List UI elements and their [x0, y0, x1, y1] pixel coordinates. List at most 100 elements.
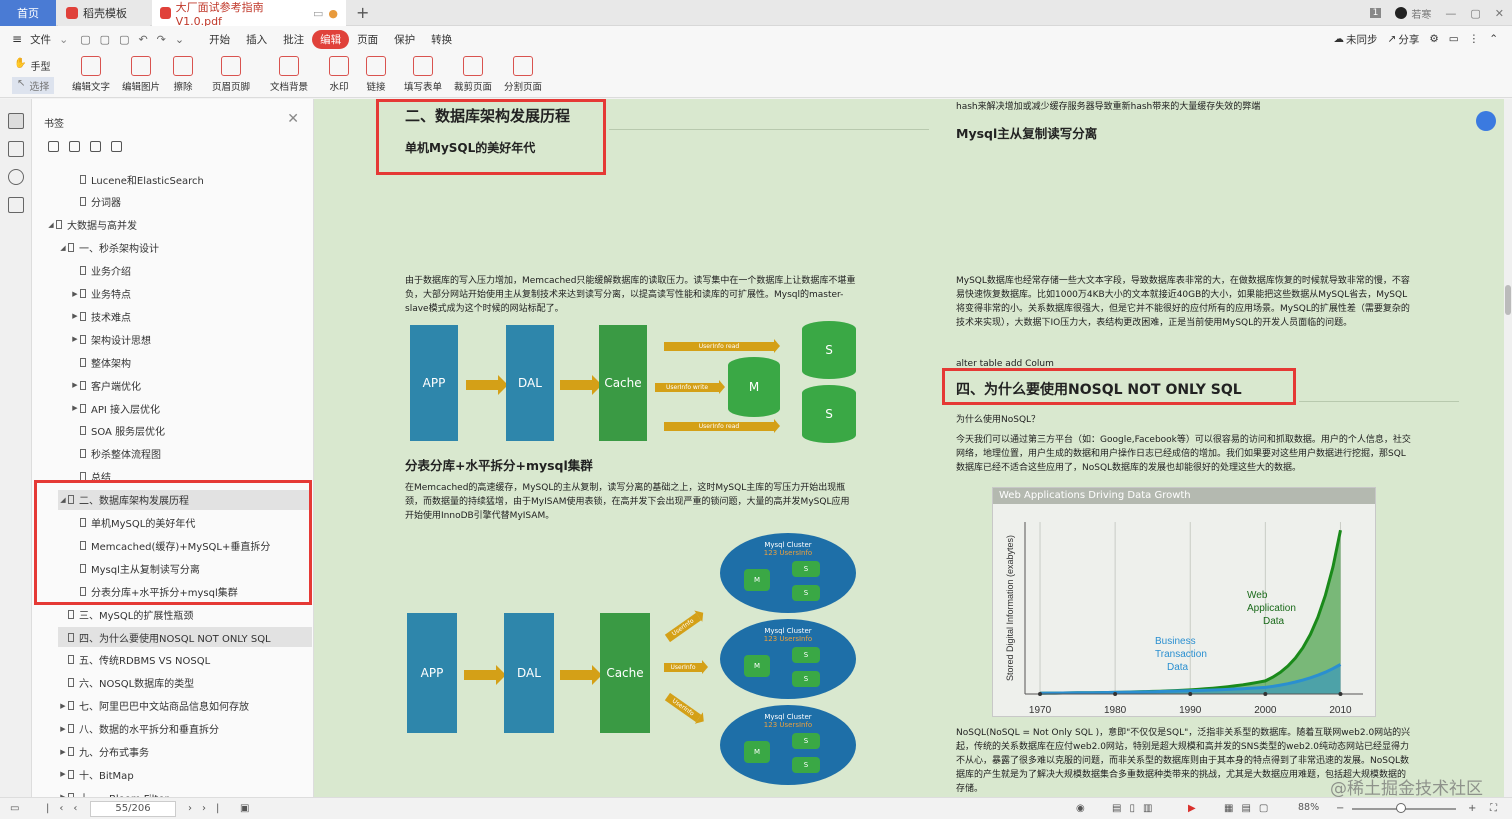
bookmark-item[interactable]: ▶ 七、阿里巴巴中文站商品信息如何存放 — [58, 696, 312, 716]
bookmark-item[interactable]: ▶ 八、数据的水平拆分和垂直拆分 — [58, 719, 312, 739]
close-icon[interactable]: ✕ — [1495, 7, 1504, 20]
split-page-button[interactable]: 分割页面 — [504, 56, 542, 93]
collapse-all-icon[interactable] — [69, 141, 80, 152]
expand-arrow-icon[interactable]: ▶ — [58, 770, 68, 778]
bookmark-item[interactable]: 整体架构 — [70, 352, 312, 372]
expand-arrow-icon[interactable]: ▶ — [70, 335, 80, 343]
assistant-button[interactable] — [1476, 111, 1496, 131]
expand-arrow-icon[interactable]: ▶ — [58, 725, 68, 733]
sync-status[interactable]: 未同步 — [1346, 32, 1378, 47]
bookmark-item[interactable]: Lucene和ElasticSearch — [70, 169, 312, 189]
bookmark-item[interactable]: ▶ 九、分布式事务 — [58, 742, 312, 762]
quick-access-icons[interactable]: ▢▢▢↶↷⌄ — [80, 33, 193, 46]
crop-page-button[interactable]: 裁剪页面 — [454, 56, 492, 93]
menu-convert[interactable]: 转换 — [423, 30, 460, 49]
sidebar-toggle-icon[interactable]: ▭ — [10, 803, 19, 814]
zoom-level[interactable]: 88% — [1298, 802, 1319, 813]
add-bookmark-icon[interactable] — [90, 141, 101, 152]
fullscreen-icon[interactable]: ⛶ — [1490, 803, 1497, 814]
menu-comment[interactable]: 批注 — [275, 30, 312, 49]
bookmark-label: 十、BitMap — [79, 770, 134, 782]
bookmark-label: 八、数据的水平拆分和垂直拆分 — [79, 725, 219, 737]
edit-image-button[interactable]: 编辑图片 — [122, 56, 160, 93]
expand-all-icon[interactable] — [48, 141, 59, 152]
menu-insert[interactable]: 插入 — [238, 30, 275, 49]
bookmark-item[interactable]: ▶ 客户端优化 — [70, 375, 312, 395]
zoom-out-icon[interactable]: − — [1336, 803, 1344, 814]
fit-page-icon[interactable]: ▣ — [240, 803, 249, 814]
bookmark-item[interactable]: 业务介绍 — [70, 261, 312, 281]
settings-icon[interactable]: ⚙ — [1429, 33, 1438, 45]
link-button[interactable]: 链接 — [366, 56, 386, 93]
expand-arrow-icon[interactable]: ▶ — [70, 381, 80, 389]
menu-edit[interactable]: 编辑 — [312, 29, 350, 49]
bookmark-item[interactable]: 分词器 — [70, 192, 312, 212]
bookmark-item[interactable]: SOA 服务层优化 — [70, 421, 312, 441]
attachment-icon[interactable] — [8, 169, 24, 185]
zoom-in-icon[interactable]: + — [1468, 803, 1476, 814]
tab-template[interactable]: 稻壳模板 — [58, 0, 150, 26]
background-button[interactable]: 文档背景 — [270, 56, 308, 93]
view-mode-icons[interactable]: ▤▯▥ — [1112, 803, 1160, 814]
menu-start[interactable]: 开始 — [201, 30, 238, 49]
page-nav-right-icons[interactable]: ››| — [188, 803, 229, 814]
zoom-slider-handle[interactable] — [1396, 803, 1406, 813]
bookmark-icon[interactable] — [111, 141, 122, 152]
select-tool[interactable]: ↖ 选择 — [12, 77, 55, 94]
signature-icon[interactable] — [8, 197, 24, 213]
read-mode-icon[interactable]: ◉ — [1076, 803, 1085, 814]
minimize-icon[interactable]: — — [1445, 7, 1456, 20]
bookmark-item[interactable]: ▶ 技术难点 — [70, 306, 312, 326]
expand-arrow-icon[interactable]: ◢ — [46, 221, 56, 229]
bookmark-item[interactable]: ▶ API 接入层优化 — [70, 398, 312, 418]
bookmark-item[interactable]: 三、MySQL的扩展性瓶颈 — [58, 604, 312, 624]
expand-arrow-icon[interactable]: ▶ — [70, 290, 80, 298]
window-icon[interactable]: ▭ — [313, 7, 323, 20]
bookmark-item[interactable]: ▶十一、Bloom Filter — [58, 787, 312, 797]
layout-icons[interactable]: ▦▤▢ — [1224, 803, 1276, 814]
bookmark-item[interactable]: ◢ 大数据与高并发 — [46, 215, 312, 235]
menu-icon[interactable]: ≡ — [12, 32, 22, 46]
close-icon[interactable]: ✕ — [287, 111, 299, 127]
more-icon[interactable]: ⋮ — [1469, 33, 1480, 45]
tab-pdf[interactable]: 大厂面试参考指南V1.0.pdf ▭ ● — [152, 0, 346, 28]
expand-arrow-icon[interactable]: ▶ — [58, 702, 68, 710]
erase-button[interactable]: 擦除 — [173, 56, 193, 93]
bookmark-item[interactable]: 五、传统RDBMS VS NOSQL — [58, 650, 312, 670]
scrollbar[interactable] — [1504, 99, 1512, 797]
page-number-input[interactable]: 55/206 — [90, 801, 176, 817]
bookmark-item[interactable]: ▶ 十、BitMap — [58, 764, 312, 784]
expand-arrow-icon[interactable]: ▶ — [70, 404, 80, 412]
fill-form-button[interactable]: 填写表单 — [404, 56, 442, 93]
play-icon[interactable]: ▶ — [1188, 803, 1196, 814]
chevron-down-icon[interactable]: ⌄ — [59, 33, 68, 46]
expand-arrow-icon[interactable]: ▶ — [70, 312, 80, 320]
bookmark-item[interactable]: 六、NOSQL数据库的类型 — [58, 673, 312, 693]
bookmark-item[interactable]: ▶ 业务特点 — [70, 284, 312, 304]
maximize-icon[interactable]: ▢ — [1470, 7, 1480, 20]
page-nav-left-icons[interactable]: |‹‹ — [46, 803, 87, 814]
share-button[interactable]: 分享 — [1398, 32, 1419, 47]
collapse-icon[interactable]: ⌃ — [1489, 33, 1498, 45]
user-name[interactable]: 若寒 — [1411, 6, 1431, 21]
scroll-thumb[interactable] — [1505, 285, 1511, 315]
bookmark-item[interactable]: 秒杀整体流程图 — [70, 444, 312, 464]
hand-tool[interactable]: ✋ 手型 — [14, 58, 50, 73]
edit-text-button[interactable]: 编辑文字 — [72, 56, 110, 93]
thumbnail-icon[interactable] — [8, 141, 24, 157]
watermark-button[interactable]: 水印 — [329, 56, 349, 93]
menu-file[interactable]: 文件 — [22, 30, 59, 49]
new-tab-button[interactable]: + — [356, 3, 369, 22]
tab-home[interactable]: 首页 — [0, 0, 56, 26]
menu-page[interactable]: 页面 — [349, 30, 386, 49]
menu-protect[interactable]: 保护 — [386, 30, 423, 49]
bookmark-item[interactable]: ▶ 架构设计思想 — [70, 329, 312, 349]
bookmark-item[interactable]: ◢ 一、秒杀架构设计 — [58, 238, 312, 258]
bookmark-panel-icon[interactable] — [8, 113, 24, 129]
header-footer-button[interactable]: 页眉页脚 — [212, 56, 250, 93]
expand-arrow-icon[interactable]: ▶ — [58, 748, 68, 756]
avatar[interactable] — [1395, 7, 1408, 19]
comment-icon[interactable]: ▭ — [1449, 33, 1459, 45]
bookmark-item[interactable]: 四、为什么要使用NOSQL NOT ONLY SQL — [58, 627, 312, 647]
expand-arrow-icon[interactable]: ◢ — [58, 244, 68, 252]
